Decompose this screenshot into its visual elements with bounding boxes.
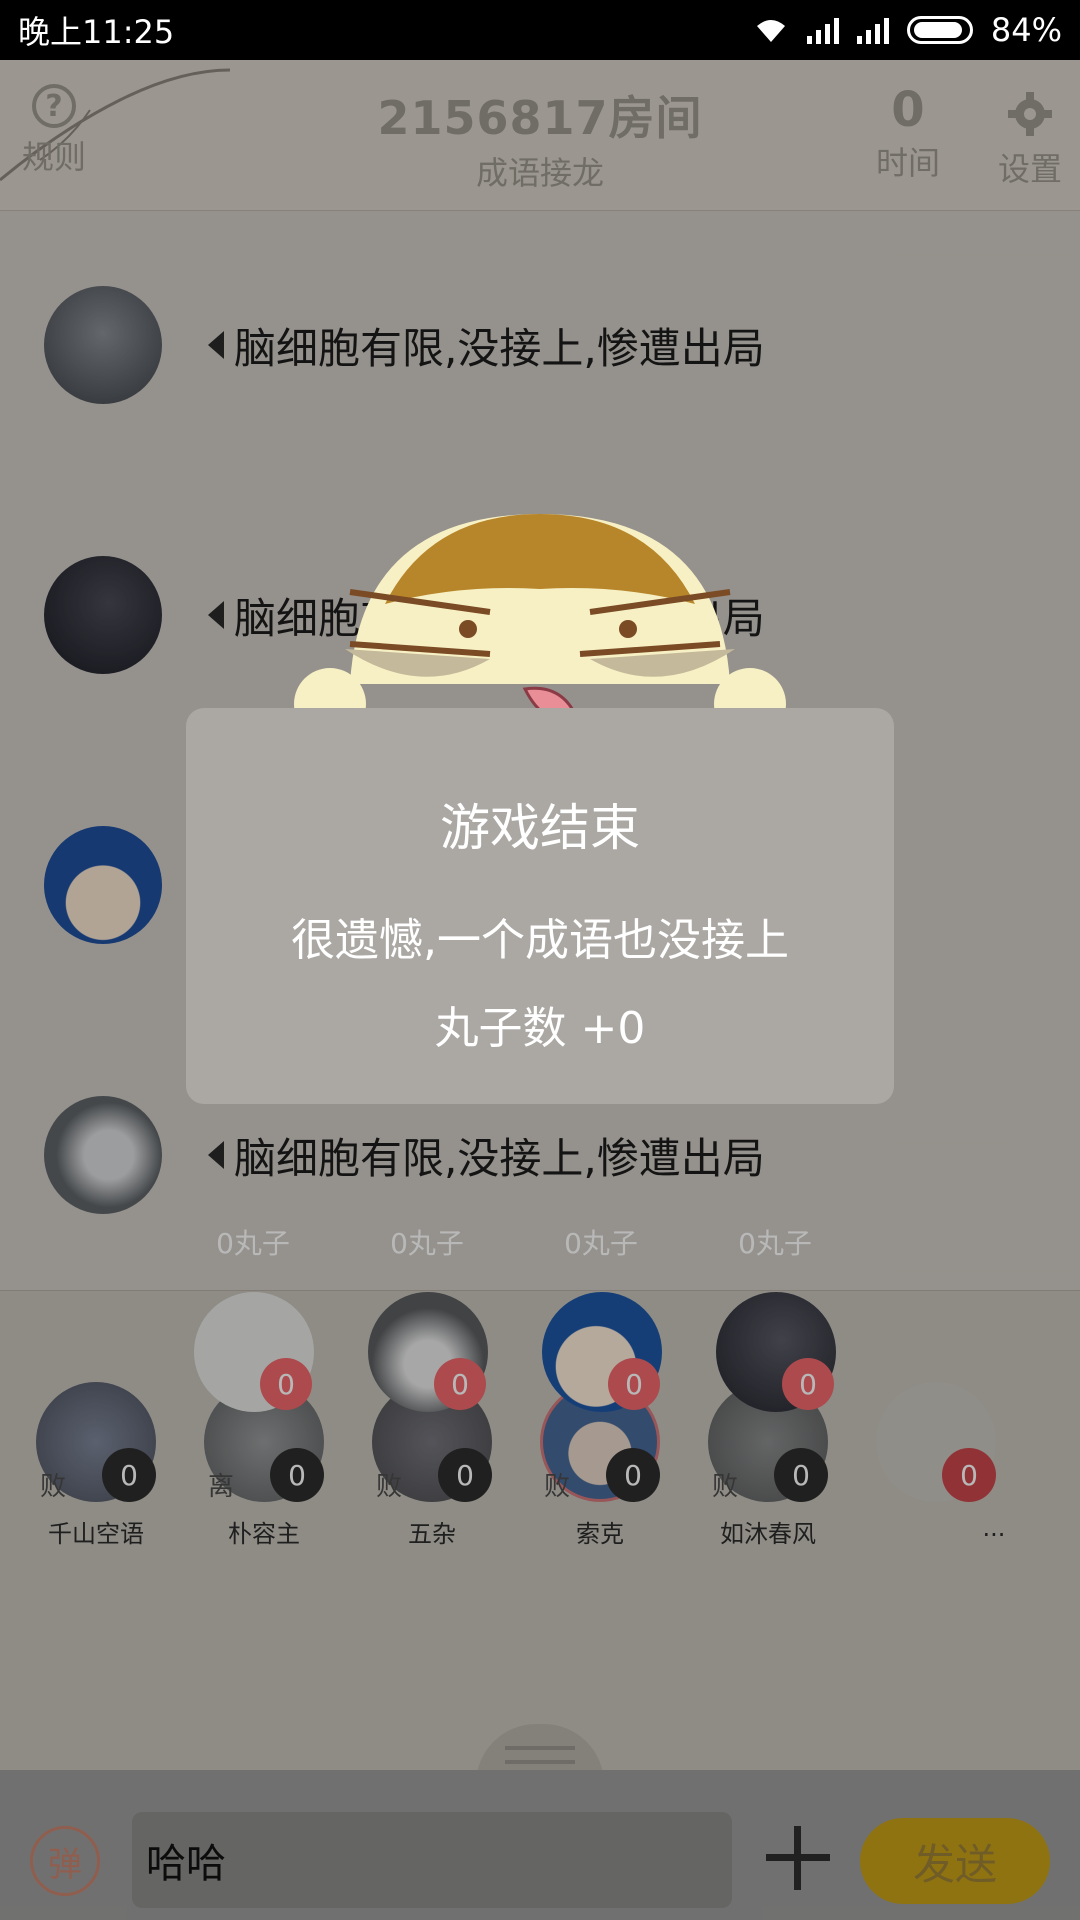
dialog-score: 丸子数 +0 xyxy=(434,1003,646,1054)
status-time: 晚上11:25 xyxy=(18,13,175,51)
status-bar: 晚上11:25 84% xyxy=(0,0,1080,60)
dialog-title: 游戏结束 xyxy=(440,799,640,857)
signal-icon xyxy=(806,16,839,44)
battery-icon xyxy=(906,16,973,44)
signal-icon-2 xyxy=(856,16,889,44)
battery-percent: 84% xyxy=(990,11,1062,49)
game-over-dialog: 游戏结束 很遗憾,一个成语也没接上 丸子数 +0 xyxy=(186,708,894,1104)
wifi-icon xyxy=(756,20,785,42)
dialog-message: 很遗憾,一个成语也没接上 xyxy=(291,915,789,966)
